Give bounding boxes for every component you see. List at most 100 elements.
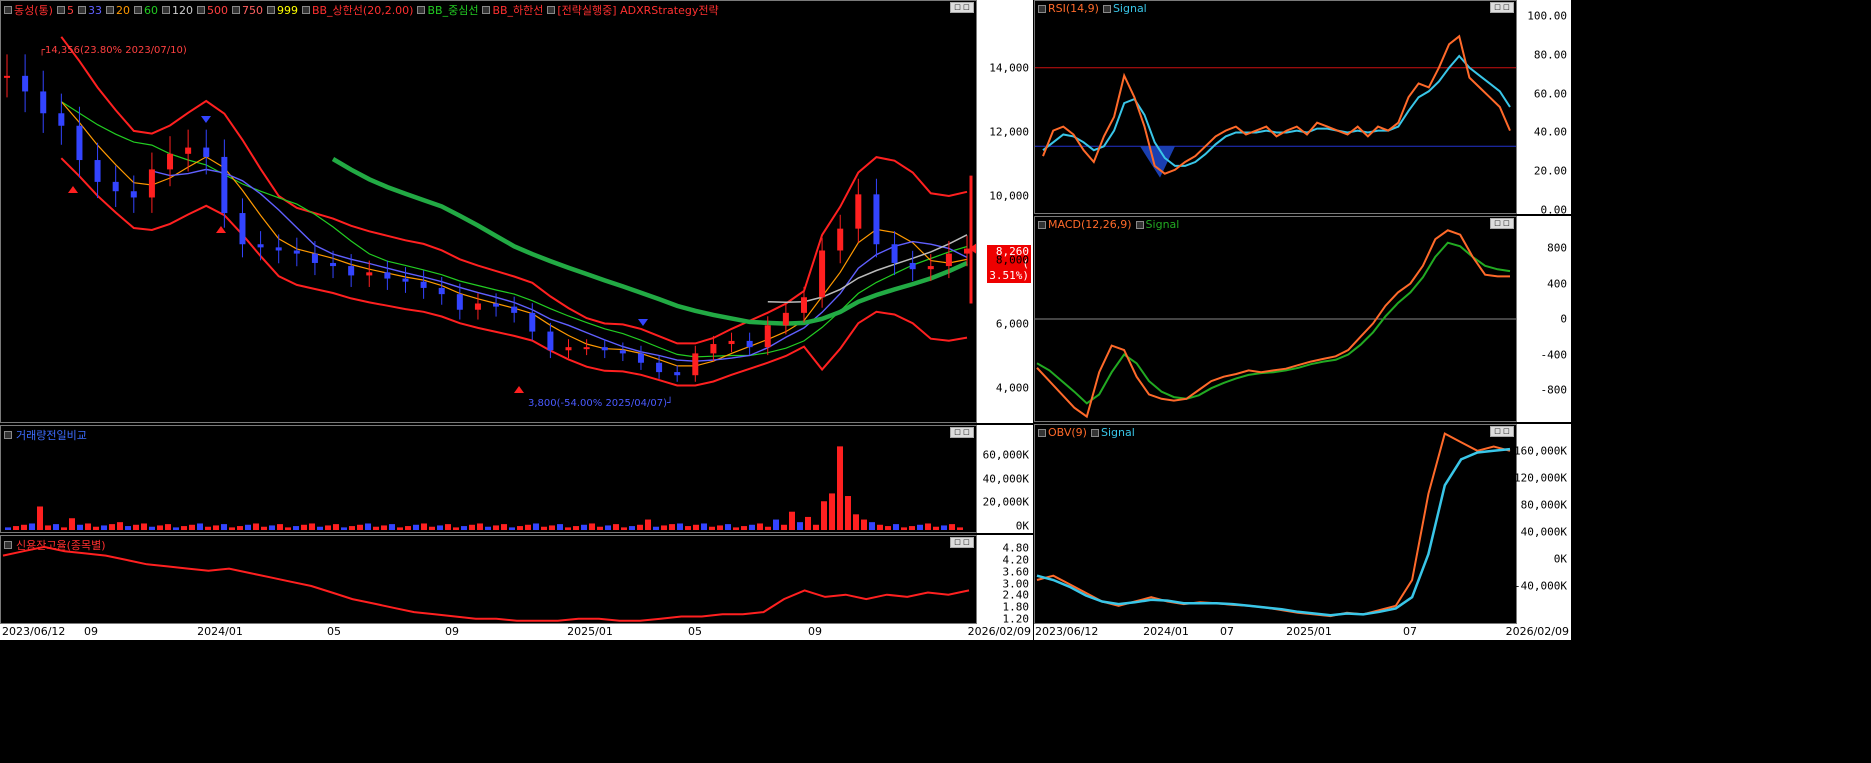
y-tick-label: 80.00 xyxy=(1533,48,1567,62)
volume-bar xyxy=(917,524,923,530)
candle-body xyxy=(4,75,10,78)
volume-bar xyxy=(253,523,259,530)
bb-lower-line xyxy=(60,157,968,387)
volume-bar xyxy=(237,526,243,530)
macd-chart-svg xyxy=(1035,229,1516,419)
y-tick-label: 12,000 xyxy=(989,125,1029,139)
macd-signal-line xyxy=(1036,241,1511,405)
volume-bar xyxy=(213,525,219,530)
candle-body xyxy=(185,147,192,154)
volume-bar xyxy=(309,523,315,530)
volume-bar xyxy=(157,525,163,530)
volume-bar xyxy=(125,526,131,530)
volume-bar xyxy=(717,525,723,530)
candle-body xyxy=(203,147,210,157)
candle-body xyxy=(855,194,862,229)
volume-bar xyxy=(749,524,755,530)
volume-bar xyxy=(285,527,291,530)
y-tick-label: 6,000 xyxy=(995,317,1029,331)
candle-body xyxy=(891,244,898,263)
sell-signal-arrow-icon xyxy=(638,319,648,326)
volume-bar xyxy=(501,524,507,530)
volume-bar xyxy=(597,526,603,530)
volume-bar xyxy=(757,523,763,530)
volume-panel[interactable]: 거래량전일비교 □ □ xyxy=(0,425,977,533)
volume-bar xyxy=(589,523,595,530)
obv-chart-svg xyxy=(1036,432,1511,618)
macd-panel[interactable]: MACD(12,26,9) Signal □ □ xyxy=(1034,216,1517,422)
y-tick-label: 8,000 xyxy=(995,253,1029,267)
volume-bar xyxy=(933,526,939,530)
y-tick-label: 4,000 xyxy=(995,381,1029,395)
candle-body xyxy=(221,156,228,214)
rsi-signal-line xyxy=(1042,54,1511,167)
candle-body xyxy=(239,213,246,245)
credit-panel[interactable]: 신용잔고율(종목별) □ □ xyxy=(0,535,977,624)
volume-bar xyxy=(925,523,931,530)
macd-y-axis: 800 400 0 -400 -800 xyxy=(1517,216,1571,422)
volume-bar xyxy=(677,523,683,530)
volume-bar xyxy=(29,523,35,530)
candle-body xyxy=(529,312,536,332)
volume-bar xyxy=(901,527,907,530)
candle-body xyxy=(330,262,337,267)
volume-bar xyxy=(613,524,619,530)
volume-bar xyxy=(365,523,371,530)
y-tick-label: 20,000K xyxy=(982,495,1029,509)
candle-body xyxy=(782,312,789,326)
candle-body xyxy=(275,247,282,251)
volume-bar xyxy=(845,496,851,530)
credit-y-axis: 4.80 4.20 3.60 3.00 2.40 1.80 1.20 xyxy=(977,535,1033,626)
volume-bar xyxy=(509,527,515,530)
volume-bar xyxy=(853,514,859,530)
candle-body xyxy=(674,372,681,376)
obv-panel[interactable]: OBV(9) Signal □ □ xyxy=(1034,424,1517,624)
volume-bar xyxy=(541,526,547,530)
credit-chart-svg xyxy=(2,545,970,622)
volume-bar xyxy=(21,524,27,530)
candle-body xyxy=(311,253,318,263)
candle-body xyxy=(583,347,590,350)
ma-gray-line xyxy=(767,234,968,304)
candle-body xyxy=(764,325,771,348)
volume-bar xyxy=(445,524,451,530)
x-tick-label: 05 xyxy=(327,625,341,638)
y-tick-label: 40,000K xyxy=(1520,525,1567,539)
rsi-panel[interactable]: RSI(14,9) Signal □ □ xyxy=(1034,0,1517,214)
volume-bar xyxy=(357,524,363,530)
volume-bar xyxy=(893,524,899,530)
volume-bar xyxy=(765,526,771,530)
volume-bar xyxy=(149,526,155,530)
candle-body xyxy=(94,160,101,182)
volume-bar xyxy=(341,527,347,530)
candle-body xyxy=(964,248,970,254)
volume-bar xyxy=(437,525,443,530)
candle-body xyxy=(873,194,880,245)
y-tick-label: -40,000K xyxy=(1514,579,1567,593)
volume-bar xyxy=(877,524,883,530)
volume-bar xyxy=(629,526,635,530)
y-tick-label: 40.00 xyxy=(1533,125,1567,139)
volume-bar xyxy=(261,526,267,530)
candle-body xyxy=(656,362,663,373)
buy-signal-arrow-icon xyxy=(514,386,524,393)
candle-body xyxy=(819,250,826,298)
candle-body xyxy=(366,272,373,276)
ma120-thick-line xyxy=(331,157,968,326)
candle-body xyxy=(293,250,300,254)
candle-body xyxy=(348,266,355,276)
volume-bar xyxy=(477,523,483,530)
volume-bar xyxy=(733,527,739,530)
volume-bar xyxy=(869,522,875,530)
volume-bar xyxy=(957,527,963,530)
volume-bar xyxy=(37,506,43,530)
volume-bar xyxy=(93,526,99,530)
volume-bar xyxy=(69,518,75,530)
volume-bar xyxy=(117,522,123,530)
candle-body xyxy=(601,347,608,351)
y-tick-label: 100.00 xyxy=(1527,9,1567,23)
candle-body xyxy=(909,262,916,270)
price-chart-panel[interactable]: 동성(통) 5 33 20 60 120 500 750 999 BB_상한선(20,2.00) B… xyxy=(0,0,977,423)
volume-bar xyxy=(885,526,891,530)
volume-bar xyxy=(941,525,947,530)
